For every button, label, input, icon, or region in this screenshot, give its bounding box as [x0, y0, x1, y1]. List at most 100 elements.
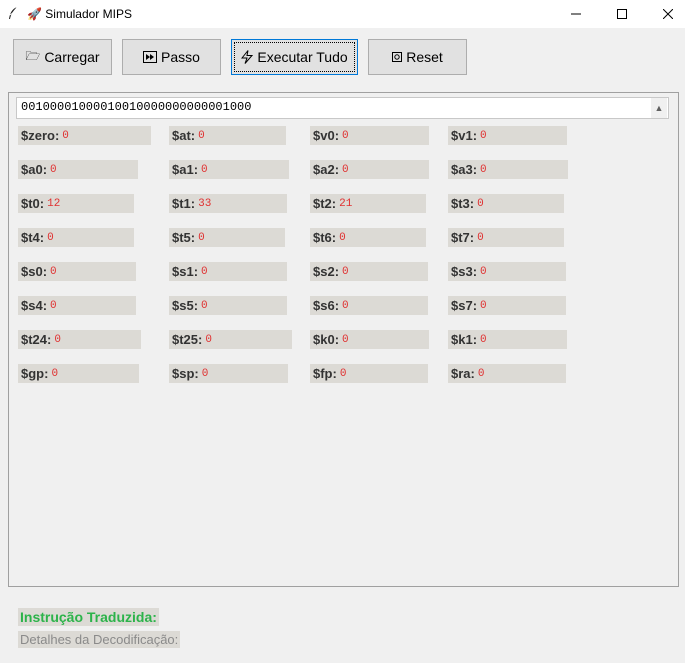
register-value: 0	[198, 129, 205, 142]
register-value: 0	[480, 265, 487, 278]
close-button[interactable]	[645, 0, 685, 28]
instruction-input[interactable]: 00100001000010010000000000001000	[16, 97, 669, 119]
step-button[interactable]: Passo	[122, 39, 221, 75]
register-name: $s5:	[172, 298, 199, 313]
register-t2: $t2: 21	[310, 194, 426, 213]
register-name: $s0:	[21, 264, 48, 279]
register-value: 0	[62, 129, 69, 142]
register-t0: $t0: 12	[18, 194, 134, 213]
feather-icon	[9, 6, 18, 19]
register-value: 0	[198, 231, 205, 244]
register-value: 33	[198, 197, 212, 210]
minimize-button[interactable]	[553, 0, 599, 28]
scroll-up-button[interactable]: ▲	[651, 98, 667, 118]
register-value: 0	[480, 163, 487, 176]
register-name: $s1:	[172, 264, 199, 279]
register-at: $at: 0	[169, 126, 286, 145]
register-name: $s6:	[313, 298, 340, 313]
register-zero: $zero: 0	[18, 126, 151, 145]
register-value: 0	[339, 367, 347, 380]
register-a2: $a2: 0	[310, 160, 429, 179]
register-value: 0	[342, 333, 349, 346]
register-t4: $t4: 0	[18, 228, 134, 247]
register-value: 0	[477, 367, 485, 380]
register-s2: $s2: 0	[310, 262, 428, 281]
register-s5: $s5: 0	[169, 296, 287, 315]
step-icon	[143, 51, 158, 63]
maximize-button[interactable]	[599, 0, 645, 28]
register-value: 0	[205, 333, 212, 346]
register-name: $ra:	[451, 366, 475, 381]
register-value: 0	[342, 265, 349, 278]
register-name: $gp:	[21, 366, 49, 381]
lightning-icon	[241, 50, 254, 64]
register-t6: $t6: 0	[310, 228, 426, 247]
window-title: 🚀 Simulador MIPS	[27, 7, 132, 21]
register-value: 0	[342, 129, 349, 142]
load-button-label: Carregar	[44, 49, 100, 65]
register-name: $t25:	[172, 332, 203, 347]
register-value: 0	[47, 231, 54, 244]
reset-icon	[392, 52, 403, 62]
register-a1: $a1: 0	[169, 160, 289, 179]
register-name: $fp:	[313, 366, 337, 381]
register-name: $s3:	[451, 264, 478, 279]
register-value: 0	[50, 299, 57, 312]
register-name: $t1:	[172, 196, 196, 211]
register-gp: $gp: 0	[18, 364, 139, 383]
run-all-button[interactable]: Executar Tudo	[231, 39, 358, 75]
close-icon	[663, 9, 673, 19]
register-v0: $v0: 0	[310, 126, 429, 145]
register-a3: $a3: 0	[448, 160, 568, 179]
register-t7: $t7: 0	[448, 228, 564, 247]
reset-button-label: Reset	[406, 49, 443, 65]
register-v1: $v1: 0	[448, 126, 567, 145]
register-value: 0	[201, 299, 208, 312]
register-name: $zero:	[21, 128, 60, 143]
register-value: 0	[480, 333, 487, 346]
register-t3: $t3: 0	[448, 194, 564, 213]
register-value: 0	[477, 231, 484, 244]
register-value: 0	[339, 231, 346, 244]
register-name: $s7:	[451, 298, 478, 313]
register-name: $t6:	[313, 230, 337, 245]
register-name: $t0:	[21, 196, 45, 211]
reset-button[interactable]: Reset	[368, 39, 467, 75]
register-name: $t2:	[313, 196, 337, 211]
register-name: $k0:	[313, 332, 340, 347]
register-value: 0	[201, 367, 209, 380]
register-name: $a0:	[21, 162, 48, 177]
register-s6: $s6: 0	[310, 296, 428, 315]
folder-icon: 🗁	[25, 48, 41, 63]
register-k1: $k1: 0	[448, 330, 567, 349]
register-value: 0	[50, 265, 57, 278]
register-t5: $t5: 0	[169, 228, 285, 247]
chevron-up-icon: ▲	[654, 103, 664, 113]
register-ra: $ra: 0	[448, 364, 566, 383]
register-k0: $k0: 0	[310, 330, 429, 349]
register-name: $t5:	[172, 230, 196, 245]
maximize-icon	[617, 9, 627, 19]
register-value: 0	[201, 265, 208, 278]
step-button-label: Passo	[161, 49, 200, 65]
register-value: 0	[480, 299, 487, 312]
register-name: $v1:	[451, 128, 478, 143]
register-name: $s4:	[21, 298, 48, 313]
load-button[interactable]: 🗁 Carregar	[13, 39, 112, 75]
register-name: $sp:	[172, 366, 199, 381]
translated-instruction-label: Instrução Traduzida:	[18, 608, 159, 626]
run-all-button-label: Executar Tudo	[257, 49, 348, 65]
minimize-icon	[571, 13, 581, 15]
register-value: 12	[47, 197, 61, 210]
register-t25: $t25: 0	[169, 330, 292, 349]
register-value: 0	[477, 197, 484, 210]
register-name: $at:	[172, 128, 196, 143]
decoding-details-label: Detalhes da Decodificação:	[18, 631, 181, 648]
register-t24: $t24: 0	[18, 330, 141, 349]
register-name: $k1:	[451, 332, 478, 347]
register-name: $t4:	[21, 230, 45, 245]
register-a0: $a0: 0	[18, 160, 138, 179]
register-fp: $fp: 0	[310, 364, 428, 383]
title-bar: 🚀 Simulador MIPS	[0, 0, 685, 28]
register-value: 0	[342, 299, 349, 312]
